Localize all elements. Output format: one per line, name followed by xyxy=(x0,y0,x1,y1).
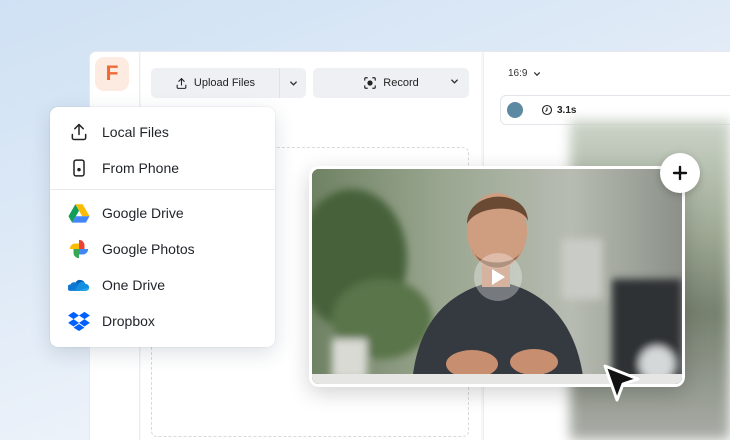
onedrive-icon xyxy=(68,274,90,296)
menu-item-google-photos[interactable]: Google Photos xyxy=(50,231,275,267)
menu-item-label: Local Files xyxy=(102,124,169,140)
chevron-down-icon xyxy=(534,71,541,76)
record-button[interactable]: Record xyxy=(313,68,469,98)
menu-divider xyxy=(50,189,275,190)
logo-letter: F xyxy=(105,62,119,85)
menu-item-label: From Phone xyxy=(102,160,180,176)
video-preview[interactable] xyxy=(309,166,685,387)
plus-icon xyxy=(672,165,688,181)
menu-item-label: Google Drive xyxy=(102,205,184,221)
add-media-button[interactable] xyxy=(660,153,700,193)
record-label: Record xyxy=(383,77,419,89)
duration-value: 3.1s xyxy=(557,104,577,116)
google-drive-icon xyxy=(68,202,90,224)
upload-files-main[interactable]: Upload Files xyxy=(151,68,279,98)
upload-dropdown-toggle[interactable] xyxy=(280,79,306,88)
menu-item-label: Dropbox xyxy=(102,313,155,329)
upload-icon xyxy=(68,121,90,143)
play-icon xyxy=(492,269,505,285)
aspect-ratio-value: 16:9 xyxy=(508,68,528,79)
clip-color-swatch[interactable] xyxy=(507,102,523,118)
menu-item-local-files[interactable]: Local Files xyxy=(50,114,275,150)
menu-item-google-drive[interactable]: Google Drive xyxy=(50,195,275,231)
chevron-down-icon xyxy=(289,80,297,86)
upload-files-button[interactable]: Upload Files xyxy=(151,68,306,98)
clip-duration: 3.1s xyxy=(541,104,576,116)
clock-icon xyxy=(541,104,553,116)
cursor-icon xyxy=(603,364,640,402)
menu-item-from-phone[interactable]: From Phone xyxy=(50,150,275,186)
aspect-ratio-select[interactable]: 16:9 xyxy=(508,68,541,79)
menu-item-label: One Drive xyxy=(102,277,166,293)
menu-item-dropbox[interactable]: Dropbox xyxy=(50,303,275,339)
phone-icon xyxy=(68,157,90,179)
upload-files-label: Upload Files xyxy=(193,77,256,89)
play-button[interactable] xyxy=(474,253,522,301)
menu-item-one-drive[interactable]: One Drive xyxy=(50,267,275,303)
app-logo[interactable]: F xyxy=(95,57,129,91)
menu-item-label: Google Photos xyxy=(102,241,195,257)
chevron-down-icon[interactable] xyxy=(450,77,459,86)
upload-source-menu: Local Files From Phone Google Drive Goog… xyxy=(50,107,275,347)
google-photos-icon xyxy=(68,238,90,260)
record-icon xyxy=(364,77,377,89)
dropbox-icon xyxy=(68,310,90,332)
upload-icon xyxy=(176,77,187,89)
